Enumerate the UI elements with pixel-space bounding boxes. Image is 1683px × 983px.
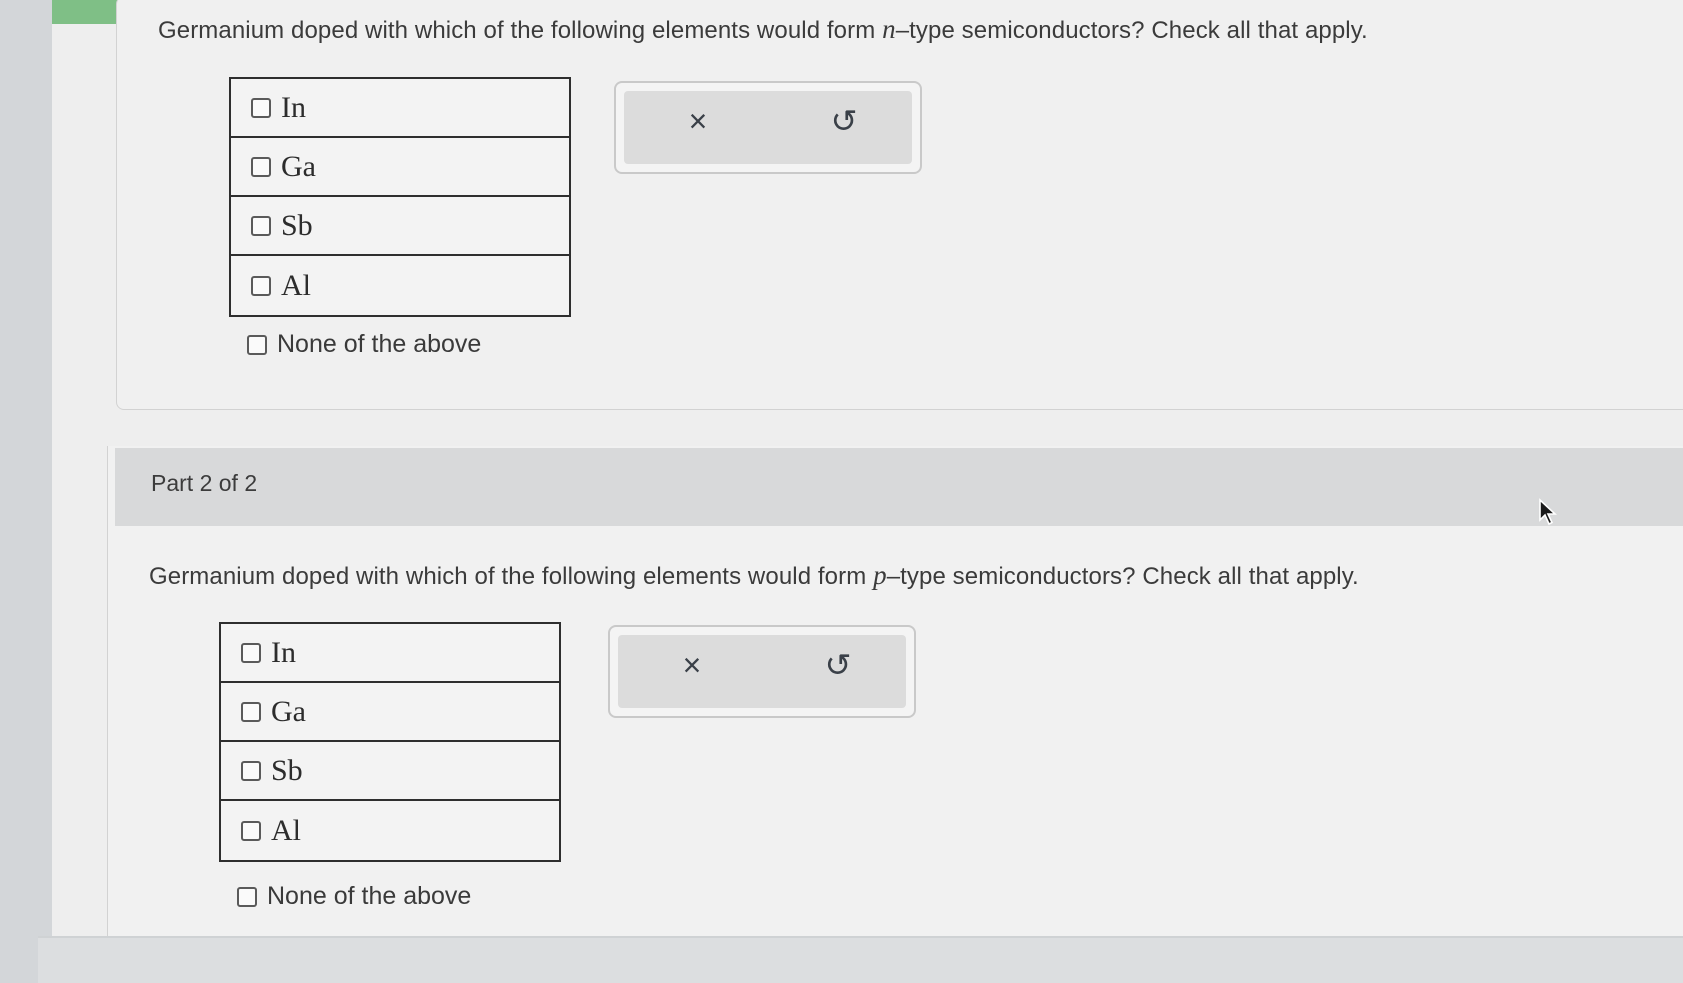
part2-question-variable: p (873, 560, 887, 590)
part2-question: Germanium doped with which of the follow… (149, 560, 1359, 591)
part2-header: Part 2 of 2 (115, 448, 1683, 526)
left-margin-strip (0, 0, 52, 983)
undo-icon: ↺ (824, 647, 852, 683)
part1-answer-tools: × ↺ (614, 81, 922, 174)
clear-button[interactable]: × (672, 645, 712, 685)
footer-band (38, 936, 1683, 983)
checkbox[interactable] (241, 701, 261, 722)
option-label: Sb (271, 753, 303, 787)
part2-option-in[interactable]: In (221, 624, 559, 683)
checkbox[interactable] (251, 97, 271, 118)
part1-question: Germanium doped with which of the follow… (158, 14, 1368, 45)
part2-option-none[interactable]: None of the above (237, 882, 471, 911)
part1-options-table: In Ga Sb Al (229, 77, 571, 317)
x-icon: × (688, 102, 708, 139)
part1-question-text-start: Germanium doped with which of the follow… (158, 17, 883, 44)
checkbox[interactable] (247, 334, 267, 355)
part1-option-none[interactable]: None of the above (247, 330, 481, 359)
checkbox[interactable] (237, 886, 257, 907)
part1-question-variable: n (882, 14, 896, 44)
part-label: Part 2 of 2 (151, 470, 258, 496)
undo-button[interactable]: ↺ (818, 645, 858, 685)
option-label: None of the above (277, 330, 482, 358)
part1-option-al[interactable]: Al (231, 256, 569, 315)
tool-tray (618, 635, 906, 708)
option-label: Al (271, 813, 301, 847)
option-label: None of the above (267, 882, 472, 910)
part2-answer-tools: × ↺ (608, 625, 916, 718)
part2-question-text-start: Germanium doped with which of the follow… (149, 563, 874, 590)
part1-option-sb[interactable]: Sb (231, 197, 569, 256)
part1-option-ga[interactable]: Ga (231, 138, 569, 197)
mouse-pointer-icon (1538, 498, 1558, 531)
checkbox[interactable] (241, 642, 261, 663)
option-label: In (281, 90, 306, 124)
checkbox[interactable] (241, 760, 261, 781)
x-icon: × (682, 646, 702, 683)
part1-option-in[interactable]: In (231, 79, 569, 138)
checkbox[interactable] (251, 215, 271, 236)
part2-option-sb[interactable]: Sb (221, 742, 559, 801)
undo-icon: ↺ (830, 103, 858, 139)
part2-question-text-end: –type semiconductors? Check all that app… (886, 563, 1359, 590)
part2-option-ga[interactable]: Ga (221, 683, 559, 742)
undo-button[interactable]: ↺ (824, 101, 864, 141)
option-label: In (271, 635, 296, 669)
option-label: Sb (281, 208, 313, 242)
part2-options-table: In Ga Sb Al (219, 622, 561, 862)
checkbox[interactable] (251, 275, 271, 296)
part2-option-al[interactable]: Al (221, 801, 559, 860)
clear-button[interactable]: × (678, 101, 718, 141)
option-label: Ga (271, 694, 306, 728)
checkbox[interactable] (241, 820, 261, 841)
option-label: Al (281, 268, 311, 302)
checkbox[interactable] (251, 156, 271, 177)
part1-question-text-end: –type semiconductors? Check all that app… (895, 17, 1368, 44)
tool-tray (624, 91, 912, 164)
option-label: Ga (281, 149, 316, 183)
